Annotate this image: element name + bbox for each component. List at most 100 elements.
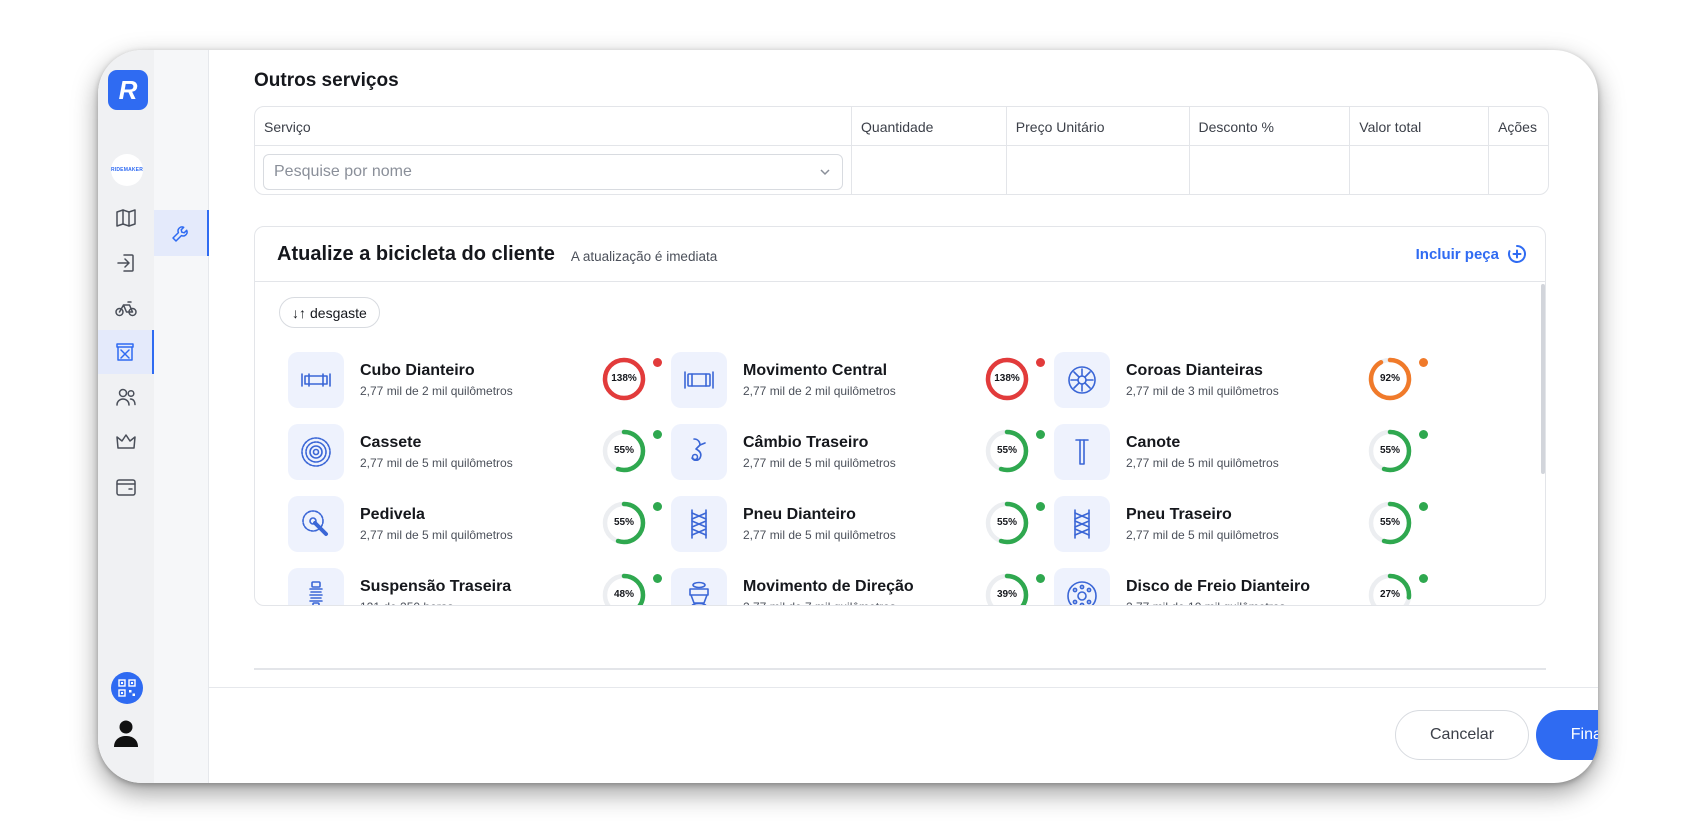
wear-status-dot [1036, 358, 1045, 367]
wear-gauge: 138% [983, 355, 1031, 403]
wear-gauge: 138% [600, 355, 648, 403]
wear-percent: 55% [613, 445, 634, 456]
wear-status-dot [653, 574, 662, 583]
wear-status-dot [1036, 502, 1045, 511]
wear-percent: 27% [1379, 589, 1400, 600]
bike-update-subtitle: A atualização é imediata [570, 248, 718, 264]
parts-scrollbar[interactable] [1541, 284, 1545, 474]
brake-disc-icon [1067, 581, 1097, 605]
table-cell-actions [1488, 146, 1548, 194]
part-item[interactable]: Movimento de Direção 2,77 mil de 7 mil qu… [671, 566, 1091, 605]
wear-gauge: 92% [1366, 355, 1414, 403]
chevron-down-icon [820, 169, 830, 176]
sidebar-item-wallet[interactable] [98, 465, 154, 509]
table-cell-discount[interactable] [1188, 146, 1350, 194]
brand-label: RIDEMAKER [110, 167, 144, 173]
store-icon [116, 343, 134, 361]
submenu-item-services[interactable] [154, 210, 209, 256]
part-item[interactable]: Câmbio Traseiro 2,77 mil de 5 mil quilôme… [671, 422, 1091, 482]
part-name: Cubo Dianteiro [360, 362, 475, 379]
wear-percent: 55% [996, 517, 1017, 528]
part-usage: 2,77 mil de 5 mil quilômetros [743, 528, 896, 542]
part-item[interactable]: Coroas Dianteiras 2,77 mil de 3 mil quilô… [1054, 350, 1474, 410]
part-item[interactable]: Pneu Traseiro 2,77 mil de 5 mil quilômetr… [1054, 494, 1474, 554]
sidebar-item-login[interactable] [98, 241, 154, 285]
part-icon-box [671, 424, 727, 480]
cassette-icon [301, 437, 331, 467]
brand-avatar[interactable]: RIDEMAKER [111, 154, 143, 186]
sort-icon: ↓↑ [292, 304, 306, 321]
sidebar-item-map[interactable] [98, 196, 154, 240]
main-content: Outros serviços Serviço Quantidade Preço… [209, 50, 1598, 783]
wear-percent: 39% [996, 589, 1017, 600]
table-cell-unit-price[interactable] [1005, 146, 1189, 194]
table-cell-total [1349, 146, 1488, 194]
hub-icon [301, 373, 331, 387]
wear-gauge: 48% [600, 571, 648, 605]
sort-by-wear-button[interactable]: ↓↑ desgaste [279, 297, 380, 328]
user-avatar[interactable] [112, 718, 140, 748]
part-icon-box [288, 352, 344, 408]
service-search-select[interactable]: Pesquise por nome [263, 154, 843, 190]
sidebar-item-crown[interactable] [98, 420, 154, 464]
sidebar-item-users[interactable] [98, 375, 154, 419]
wear-status-dot [1036, 430, 1045, 439]
other-services-table: Serviço Quantidade Preço Unitário Descon… [254, 106, 1549, 195]
map-icon [116, 209, 136, 227]
wear-percent: 55% [1379, 445, 1400, 456]
other-services-title: Outros serviços [254, 70, 399, 91]
part-item[interactable]: Disco de Freio Dianteiro 2,77 mil de 10 m… [1054, 566, 1474, 605]
part-name: Cassete [360, 434, 422, 451]
qr-code-icon [118, 679, 136, 697]
qr-code-button[interactable] [111, 672, 143, 704]
wear-percent: 55% [613, 517, 634, 528]
finish-button[interactable]: Finalizar [1536, 710, 1598, 760]
wear-status-dot [1419, 502, 1428, 511]
add-part-button[interactable]: Incluir peça [1416, 244, 1527, 264]
wear-percent: 48% [613, 589, 634, 600]
part-usage: 2,77 mil de 3 mil quilômetros [1126, 384, 1279, 398]
crankset-icon [302, 510, 328, 536]
table-cell-service: Pesquise por nome [255, 146, 851, 194]
cancel-button[interactable]: Cancelar [1395, 710, 1529, 760]
part-usage: 121 de 250 horas [360, 600, 453, 605]
wear-status-dot [653, 358, 662, 367]
crown-icon [116, 434, 136, 449]
wear-gauge: 55% [1366, 499, 1414, 547]
part-item[interactable]: Suspensão Traseira 121 de 250 horas 48% [288, 566, 708, 605]
table-cell-quantity[interactable] [851, 146, 1006, 194]
part-usage: 2,77 mil de 5 mil quilômetros [360, 528, 513, 542]
part-item[interactable]: Cassete 2,77 mil de 5 mil quilômetros 55% [288, 422, 708, 482]
sidebar-item-bikes[interactable] [98, 286, 154, 330]
part-item[interactable]: Pneu Dianteiro 2,77 mil de 5 mil quilômet… [671, 494, 1091, 554]
app-logo[interactable]: R [108, 70, 148, 110]
part-name: Canote [1126, 434, 1181, 451]
column-header: Serviço [264, 119, 311, 135]
service-search-placeholder: Pesquise por nome [274, 163, 412, 180]
part-item[interactable]: Canote 2,77 mil de 5 mil quilômetros 55% [1054, 422, 1474, 482]
users-icon [116, 388, 136, 406]
secondary-sidebar [154, 50, 209, 783]
part-icon-box [1054, 496, 1110, 552]
bike-update-card: Atualize a bicicleta do cliente A atuali… [254, 226, 1546, 606]
sidebar-item-store[interactable] [98, 330, 154, 374]
part-name: Pneu Traseiro [1126, 506, 1232, 523]
part-icon-box [288, 424, 344, 480]
wear-gauge: 39% [983, 571, 1031, 605]
wear-status-dot [1036, 574, 1045, 583]
part-name: Câmbio Traseiro [743, 434, 869, 451]
column-header: Preço Unitário [1005, 107, 1189, 145]
user-icon [114, 720, 138, 747]
part-item[interactable]: Cubo Dianteiro 2,77 mil de 2 mil quilômet… [288, 350, 708, 410]
wear-percent: 55% [1379, 517, 1400, 528]
part-icon-box [671, 352, 727, 408]
wear-gauge: 55% [600, 499, 648, 547]
chainring-icon [1068, 366, 1096, 394]
section-divider [254, 668, 1546, 670]
part-icon-box [1054, 424, 1110, 480]
wear-status-dot [653, 502, 662, 511]
bike-icon [115, 301, 137, 317]
part-item[interactable]: Pedivela 2,77 mil de 5 mil quilômetros 55% [288, 494, 708, 554]
part-item[interactable]: Movimento Central 2,77 mil de 2 mil quilô… [671, 350, 1091, 410]
part-icon-box [671, 568, 727, 605]
